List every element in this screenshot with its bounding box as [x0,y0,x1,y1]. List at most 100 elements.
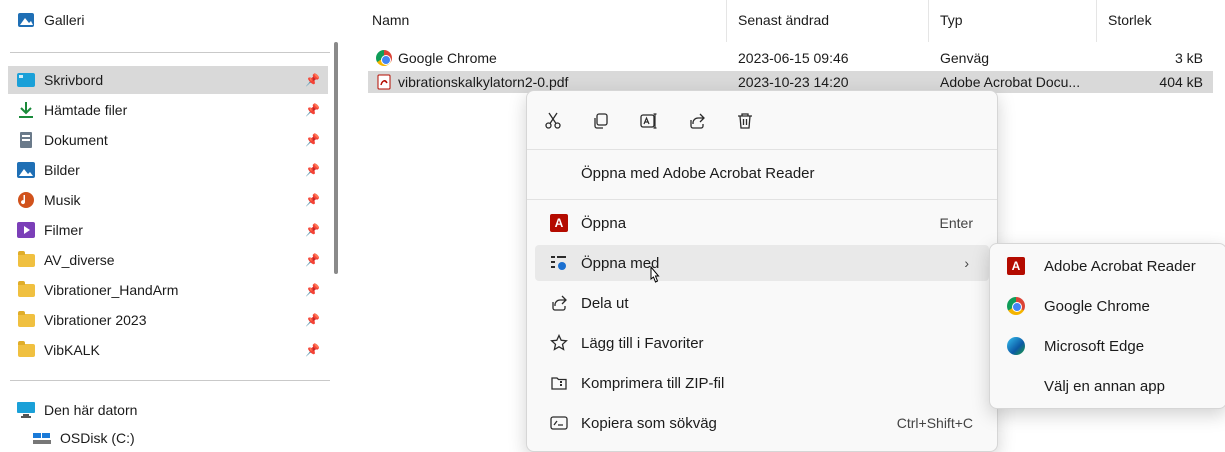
nav-divider [10,380,330,381]
file-name: Google Chrome [398,50,497,66]
file-modified: 2023-10-23 14:20 [738,74,849,90]
pin-icon[interactable]: 📌 [305,103,320,117]
nav-label: Musik [44,192,81,208]
submenu-item-edge[interactable]: Microsoft Edge [994,328,1222,364]
menu-label: Komprimera till ZIP-fil [581,374,725,392]
menu-item-open-with-acrobat[interactable]: Öppna med Adobe Acrobat Reader [535,155,989,191]
nav-scrollbar[interactable] [334,42,338,274]
nav-item-this-pc[interactable]: Den här datorn [8,396,328,424]
nav-item-music[interactable]: Musik 📌 [8,186,328,214]
column-divider[interactable] [726,0,727,42]
rename-icon[interactable] [631,103,667,139]
nav-item-osdisk[interactable]: OSDisk (C:) [24,424,344,452]
column-type[interactable]: Typ [940,12,963,28]
folder-icon [17,280,35,299]
desktop-icon [17,71,35,89]
nav-label: Galleri [44,12,85,28]
gallery-icon [17,11,35,29]
nav-item-videos[interactable]: Filmer 📌 [8,216,328,244]
column-divider[interactable] [928,0,929,42]
menu-label: Öppna [581,214,627,232]
menu-item-open[interactable]: A Öppna Enter [535,205,989,241]
cut-icon[interactable] [535,103,571,139]
chevron-right-icon: › [964,255,969,271]
download-icon [17,101,35,119]
share-icon[interactable] [679,103,715,139]
submenu-label: Microsoft Edge [1044,337,1145,355]
submenu-label: Google Chrome [1044,297,1150,315]
nav-item-folder[interactable]: Vibrationer_HandArm 📌 [8,276,328,304]
pdf-file-icon [376,74,392,90]
pin-icon[interactable]: 📌 [305,223,320,237]
folder-icon [17,340,35,359]
submenu-item-acrobat[interactable]: A Adobe Acrobat Reader [994,248,1222,284]
pictures-icon [17,161,35,179]
acrobat-icon: A [547,211,571,235]
submenu-label: Adobe Acrobat Reader [1044,257,1196,275]
nav-label: Vibrationer 2023 [44,312,147,328]
menu-item-compress-zip[interactable]: Komprimera till ZIP-fil [535,365,989,401]
nav-label: VibKALK [44,342,100,358]
menu-divider [527,149,997,150]
menu-item-add-favorites[interactable]: Lägg till i Favoriter [535,325,989,361]
music-icon [17,191,35,209]
quick-action-bar [535,103,775,139]
pin-icon[interactable]: 📌 [305,283,320,297]
submenu-item-choose-app[interactable]: Välj en annan app [994,368,1222,404]
nav-item-pictures[interactable]: Bilder 📌 [8,156,328,184]
edge-icon [1006,336,1026,356]
nav-label: Vibrationer_HandArm [44,282,179,298]
delete-icon[interactable] [727,103,763,139]
menu-item-share[interactable]: Dela ut [535,285,989,321]
nav-label: Dokument [44,132,108,148]
file-row[interactable]: Google Chrome 2023-06-15 09:46 Genväg 3 … [368,47,1213,69]
pin-icon[interactable]: 📌 [305,163,320,177]
zip-icon [547,371,571,395]
submenu-item-chrome[interactable]: Google Chrome [994,288,1222,324]
nav-divider [10,52,330,53]
pin-icon[interactable]: 📌 [305,193,320,207]
video-icon [17,221,35,239]
nav-item-downloads[interactable]: Hämtade filer 📌 [8,96,328,124]
menu-shortcut: Ctrl+Shift+C [896,415,973,431]
share-icon [547,291,571,315]
pin-icon[interactable]: 📌 [305,253,320,267]
pin-icon[interactable]: 📌 [305,313,320,327]
file-size: 3 kB [1174,50,1203,66]
file-name: vibrationskalkylatorn2-0.pdf [398,74,569,90]
nav-item-folder[interactable]: VibKALK 📌 [8,336,328,364]
navigation-pane: Galleri Skrivbord 📌 Hämtade filer 📌 Doku… [0,0,345,446]
menu-label: Dela ut [581,294,629,312]
computer-icon [17,401,35,419]
pin-icon[interactable]: 📌 [305,133,320,147]
nav-item-desktop[interactable]: Skrivbord 📌 [8,66,328,94]
column-name[interactable]: Namn [372,12,409,28]
chrome-icon [1006,296,1026,316]
nav-item-gallery[interactable]: Galleri [8,6,328,34]
menu-label: Kopiera som sökväg [581,414,717,432]
nav-item-folder[interactable]: Vibrationer 2023 📌 [8,306,328,334]
file-type: Genväg [940,50,990,66]
file-type: Adobe Acrobat Docu... [940,74,1081,90]
column-size[interactable]: Storlek [1108,12,1152,28]
nav-item-folder[interactable]: AV_diverse 📌 [8,246,328,274]
nav-label: Den här datorn [44,402,138,418]
menu-label: Lägg till i Favoriter [581,334,704,352]
pin-icon[interactable]: 📌 [305,73,320,87]
file-modified: 2023-06-15 09:46 [738,50,849,66]
menu-item-open-with[interactable]: Öppna med › [535,245,989,281]
nav-label: Bilder [44,162,80,178]
pin-icon[interactable]: 📌 [305,343,320,357]
column-header: Namn Senast ändrad Typ Storlek [362,0,1212,42]
nav-label: Hämtade filer [44,102,128,118]
menu-item-copy-as-path[interactable]: Kopiera som sökväg Ctrl+Shift+C [535,405,989,441]
column-modified[interactable]: Senast ändrad [738,12,829,28]
context-menu: Öppna med Adobe Acrobat Reader A Öppna E… [526,90,998,452]
nav-label: Filmer [44,222,83,238]
menu-divider [527,199,997,200]
copy-icon[interactable] [583,103,619,139]
file-size: 404 kB [1159,74,1203,90]
column-divider[interactable] [1096,0,1097,42]
open-with-icon [547,251,571,275]
nav-item-documents[interactable]: Dokument 📌 [8,126,328,154]
